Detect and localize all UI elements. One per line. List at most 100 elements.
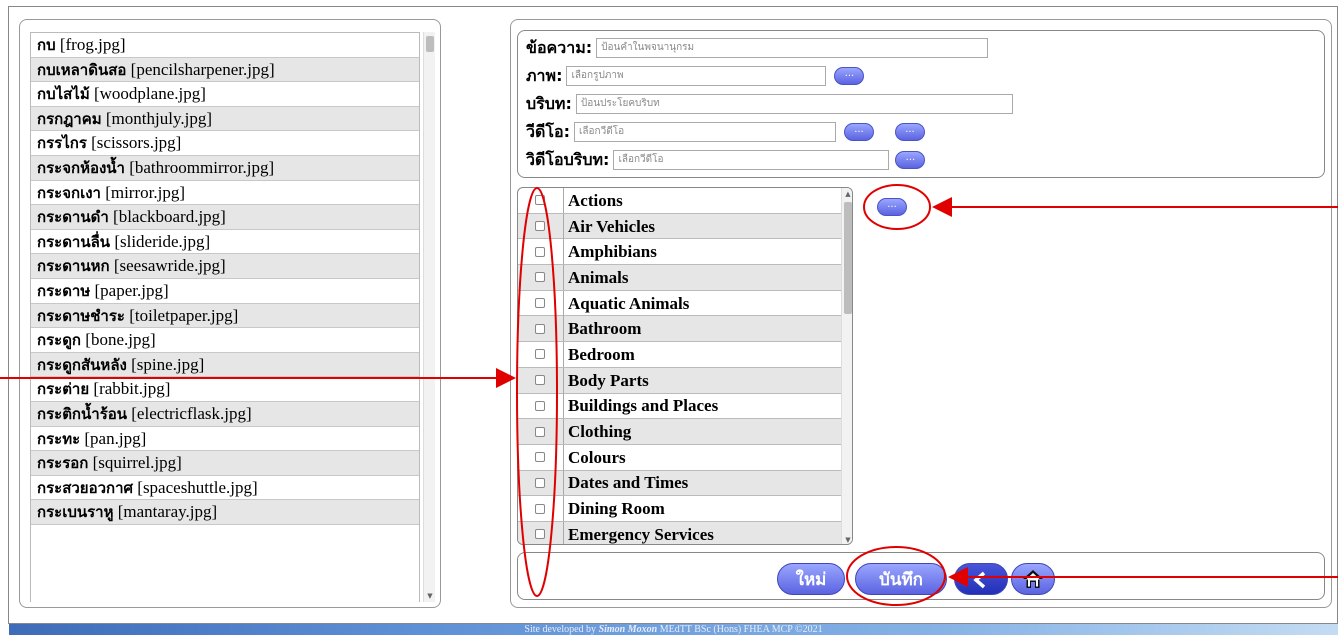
image-label: ภาพ:	[526, 65, 563, 85]
video-input[interactable]: เลือกวีดีโอ	[573, 122, 836, 142]
add-category-button[interactable]: ...	[877, 198, 907, 216]
category-label: Dates and Times	[563, 470, 841, 496]
word-filename: [paper.jpg]	[94, 280, 169, 300]
word-list[interactable]: กบ [frog.jpg] กบเหลาดินสอ [pencilsharpene…	[30, 32, 420, 602]
image-row: ภาพ: เลือกรูปภาพ ...	[526, 65, 865, 87]
category-checkbox[interactable]	[535, 298, 545, 309]
word-thai: กระเบนราหู	[37, 503, 114, 522]
category-label: Animals	[563, 264, 841, 290]
back-arrow-icon	[973, 571, 986, 589]
word-list-item[interactable]: กระดานลื่น [slideride.jpg]	[31, 230, 419, 255]
category-checkbox[interactable]	[535, 246, 545, 257]
word-list-item[interactable]: กระต่าย [rabbit.jpg]	[31, 377, 419, 402]
category-scrollbar[interactable]: ▲ ▼	[841, 188, 852, 544]
word-list-item[interactable]: กระจกเงา [mirror.jpg]	[31, 181, 419, 206]
category-scroll-thumb[interactable]	[844, 202, 852, 314]
word-list-item[interactable]: กระจกห้องน้ำ [bathroommirror.jpg]	[31, 155, 419, 181]
category-row: Clothing	[518, 419, 841, 445]
image-browse-button[interactable]: ...	[834, 67, 865, 85]
word-list-item[interactable]: กระดูกสันหลัง [spine.jpg]	[31, 352, 419, 378]
word-filename: [woodplane.jpg]	[93, 84, 206, 104]
category-row: Bathroom	[518, 316, 841, 343]
category-row: Amphibians	[518, 239, 841, 266]
category-box: Actions Air Vehicles Amphibians Animals Aqua…	[517, 187, 853, 545]
category-checkbox[interactable]	[535, 323, 545, 334]
word-thai: กบ	[37, 36, 56, 54]
category-row: Bedroom	[518, 341, 841, 368]
video-clear-button[interactable]: ...	[894, 123, 925, 141]
save-button[interactable]: บันทึก	[855, 563, 947, 595]
word-thai: กบไสไม้	[37, 85, 90, 104]
word-thai: กบเหลาดินสอ	[37, 60, 127, 79]
word-filename: [pan.jpg]	[84, 428, 147, 448]
back-button[interactable]	[954, 563, 1008, 595]
category-checkbox[interactable]	[535, 272, 545, 283]
word-filename: [rabbit.jpg]	[93, 379, 171, 399]
word-thai: กระจกห้องน้ำ	[37, 158, 125, 177]
category-checkbox[interactable]	[535, 503, 545, 514]
scroll-up-arrow-icon[interactable]: ▲	[842, 188, 852, 200]
context-video-input[interactable]: เลือกวีดีโอ	[613, 150, 890, 170]
category-list[interactable]: Actions Air Vehicles Amphibians Animals Aqua…	[518, 188, 841, 544]
category-checkbox[interactable]	[535, 400, 545, 411]
home-button[interactable]	[1011, 563, 1055, 595]
category-checkbox[interactable]	[535, 221, 545, 232]
action-bar: ใหม่ บันทึก	[517, 552, 1325, 600]
context-label: บริบท:	[526, 93, 572, 113]
video-row: วีดีโอ: เลือกวีดีโอ ... ...	[526, 121, 925, 143]
word-list-item[interactable]: กระติกน้ำร้อน [electricflask.jpg]	[31, 401, 419, 427]
new-button[interactable]: ใหม่	[777, 563, 845, 595]
category-checkbox[interactable]	[535, 477, 545, 488]
word-list-item[interactable]: กระดูก [bone.jpg]	[31, 328, 419, 353]
word-list-scrollbar[interactable]: ▼	[423, 32, 435, 602]
category-label: Actions	[563, 188, 841, 213]
word-list-item[interactable]: กระทะ [pan.jpg]	[31, 427, 419, 452]
footer-author: Simon Moxon	[598, 624, 658, 635]
category-label: Dining Room	[563, 496, 841, 522]
word-list-item[interactable]: กรรไกร [scissors.jpg]	[31, 131, 419, 156]
scroll-down-arrow-icon[interactable]: ▼	[424, 590, 436, 602]
word-list-item[interactable]: กระสวยอวกาศ [spaceshuttle.jpg]	[31, 476, 419, 501]
category-checkbox[interactable]	[535, 529, 545, 540]
image-input[interactable]: เลือกรูปภาพ	[566, 66, 827, 86]
scroll-down-arrow-icon[interactable]: ▼	[842, 534, 852, 544]
message-label: ข้อความ:	[526, 37, 593, 57]
word-filename: [bone.jpg]	[85, 330, 156, 350]
word-list-item[interactable]: กระดานดำ [blackboard.jpg]	[31, 205, 419, 230]
category-row: Animals	[518, 264, 841, 291]
word-list-item[interactable]: กบไสไม้ [woodplane.jpg]	[31, 82, 419, 107]
category-label: Emergency Services	[563, 521, 841, 544]
word-list-item[interactable]: กระดานหก [seesawride.jpg]	[31, 254, 419, 279]
category-checkbox[interactable]	[535, 375, 545, 386]
category-checkbox[interactable]	[535, 426, 545, 437]
word-thai: กระติกน้ำร้อน	[37, 404, 128, 423]
context-video-browse-button[interactable]: ...	[895, 151, 926, 169]
word-list-item[interactable]: กระดาษชำระ [toiletpaper.jpg]	[31, 303, 419, 329]
video-browse-button[interactable]: ...	[843, 123, 874, 141]
word-filename: [slideride.jpg]	[114, 231, 211, 251]
category-checkbox[interactable]	[535, 452, 545, 463]
word-list-item[interactable]: กรกฎาคม [monthjuly.jpg]	[31, 106, 419, 132]
word-thai: กระต่าย	[37, 380, 90, 399]
word-filename: [pencilsharpener.jpg]	[130, 59, 275, 79]
message-row: ข้อความ: ป้อนคำในพจนานุกรม	[526, 37, 989, 59]
word-list-item[interactable]: กบเหลาดินสอ [pencilsharpener.jpg]	[31, 57, 419, 83]
word-filename: [scissors.jpg]	[91, 133, 182, 153]
context-input[interactable]: ป้อนประโยคบริบท	[575, 94, 1013, 114]
message-input[interactable]: ป้อนคำในพจนานุกรม	[596, 38, 989, 58]
word-thai: กระรอก	[37, 454, 89, 473]
word-list-scroll-thumb[interactable]	[426, 36, 434, 52]
category-checkbox[interactable]	[535, 195, 545, 206]
word-filename: [mantaray.jpg]	[117, 502, 218, 522]
word-thai: กระดานดำ	[37, 208, 109, 227]
word-list-item[interactable]: กบ [frog.jpg]	[31, 33, 419, 58]
word-thai: กระดูกสันหลัง	[37, 355, 127, 374]
word-thai: กระสวยอวกาศ	[37, 478, 134, 497]
category-label: Body Parts	[563, 367, 841, 393]
word-list-item[interactable]: กระดาษ [paper.jpg]	[31, 279, 419, 304]
word-list-item[interactable]: กระเบนราหู [mantaray.jpg]	[31, 500, 419, 525]
category-checkbox[interactable]	[535, 349, 545, 360]
context-row: บริบท: ป้อนประโยคบริบท	[526, 93, 1013, 115]
word-list-item[interactable]: กระรอก [squirrel.jpg]	[31, 451, 419, 476]
word-filename: [toiletpaper.jpg]	[129, 305, 239, 325]
